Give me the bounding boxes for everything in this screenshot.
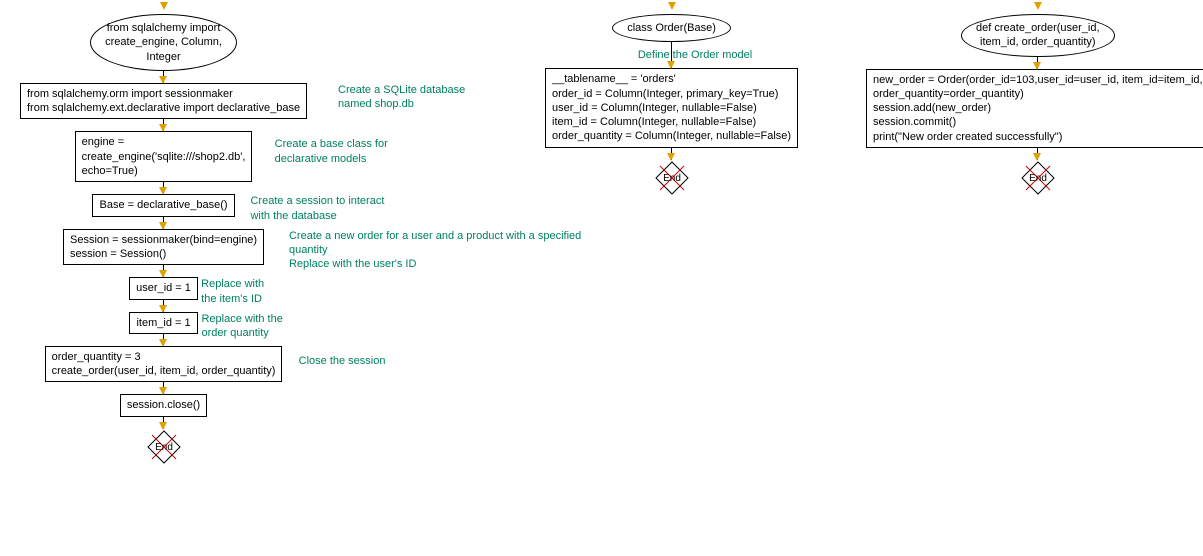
code-node-itemid: item_id = 1 [129,312,197,334]
code-node-createorder-body: new_order = Order(order_id=103,user_id=u… [866,69,1203,148]
entry-arrow [668,2,676,10]
svg-text:End: End [663,173,681,184]
code-node-close: session.close() [120,394,207,416]
entry-arrow [160,2,168,10]
arrow [1037,148,1038,160]
arrow [163,382,164,394]
arrow [163,265,164,277]
annotation: Create a session to interact with the da… [250,194,384,223]
end-node: End [654,160,690,196]
code-node-orderclass: __tablename__ = 'orders' order_id = Colu… [545,68,798,147]
annotation: Close the session [299,354,386,368]
annotation: Define the Order model [615,48,775,62]
code-node-session: Session = sessionmaker(bind=engine) sess… [63,229,264,266]
entry-arrow [1034,2,1042,10]
svg-text:End: End [155,442,173,453]
flowchart-create-order-fn: def create_order(user_id, item_id, order… [866,2,1203,196]
annotation: Create a SQLite database named shop.db [338,83,465,112]
flowchart-main: from sqlalchemy import create_engine, Co… [20,2,307,465]
annotation: Replace with the item's ID [201,277,264,306]
annotation: Replace with the order quantity [201,312,282,341]
arrow [163,300,164,312]
arrow [671,148,672,160]
arrow [163,217,164,229]
arrow [163,119,164,131]
annotation: Create a new order for a user and a prod… [289,229,581,272]
start-node: def create_order(user_id, item_id, order… [961,14,1115,57]
arrow [163,334,164,346]
svg-text:End: End [1029,173,1047,184]
arrow [163,71,164,83]
start-node: class Order(Base) [612,14,731,42]
code-node-createorder: order_quantity = 3 create_order(user_id,… [45,346,283,383]
end-node: End [1020,160,1056,196]
annotation: Create a base class for declarative mode… [275,137,388,166]
start-node: from sqlalchemy import create_engine, Co… [90,14,237,71]
arrow [163,182,164,194]
arrow [671,42,672,68]
code-node-engine: engine = create_engine('sqlite:///shop2.… [75,131,253,182]
code-node-userid: user_id = 1 [129,277,198,299]
end-node: End [146,429,182,465]
code-node-imports: from sqlalchemy.orm import sessionmaker … [20,83,307,120]
code-node-base: Base = declarative_base() [92,194,234,216]
arrow [1037,57,1038,69]
arrow [163,417,164,429]
flowchart-order-class: class Order(Base) Define the Order model… [545,2,798,196]
